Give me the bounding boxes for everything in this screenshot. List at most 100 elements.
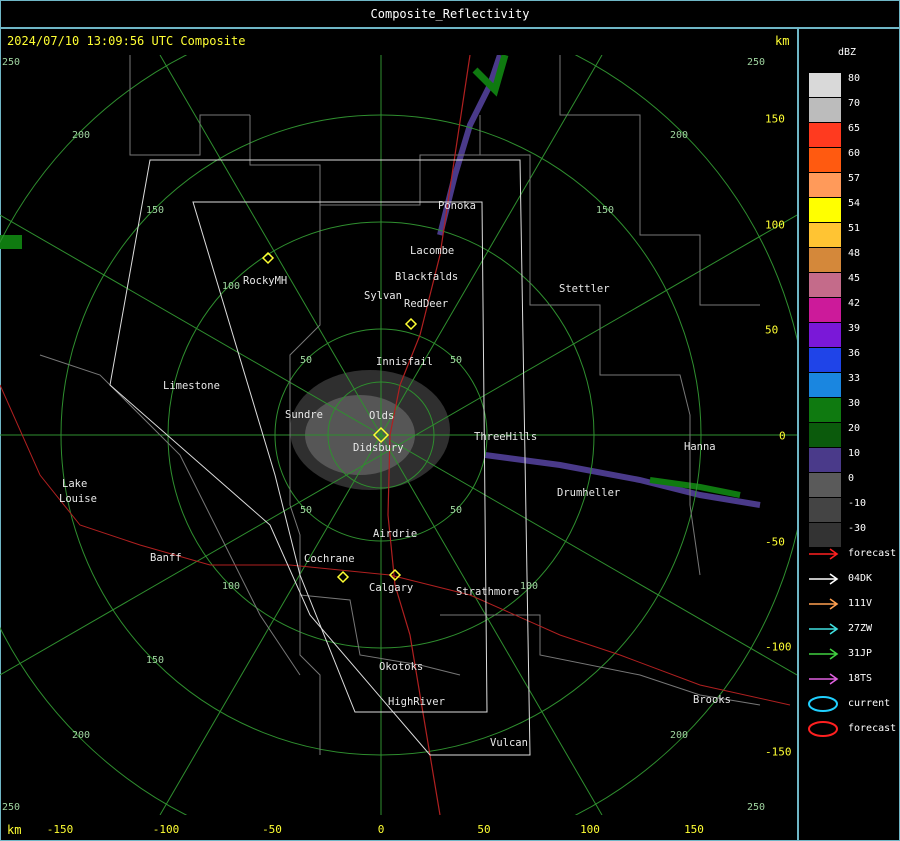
town-lacombe: Lacombe (410, 245, 455, 257)
arrow-icon (809, 623, 839, 635)
town-rockymh: RockyMH (243, 275, 288, 287)
y-tick: -100 (765, 640, 792, 654)
svg-text:150: 150 (596, 205, 614, 216)
track-label: current (848, 698, 891, 709)
x-tick: 0 (377, 823, 385, 836)
dbz-label: -10 (848, 498, 867, 509)
town-cochrane: Cochrane (304, 553, 355, 565)
y-tick: 100 (765, 218, 785, 232)
town-airdrie: Airdrie (373, 528, 418, 540)
dbz-swatch (809, 98, 841, 122)
town-louise: Louise (59, 493, 97, 505)
echo-band-north-green (472, 55, 509, 97)
town-strathmore: Strathmore (456, 586, 520, 598)
svg-text:200: 200 (72, 730, 90, 741)
town-vulcan: Vulcan (490, 737, 528, 749)
dbz-swatch (809, 123, 841, 147)
y-tick: 0 (779, 429, 786, 443)
svg-text:50: 50 (450, 355, 462, 366)
window-title: Composite_Reflectivity (370, 7, 530, 21)
x-tick: 150 (684, 823, 704, 836)
arrow-icon (809, 573, 839, 585)
town-limestone: Limestone (163, 380, 220, 392)
y-tick: -50 (765, 535, 785, 549)
track-label: 111V (848, 598, 873, 609)
dbz-label: 39 (848, 323, 861, 334)
y-tick: -150 (765, 745, 792, 759)
town-drumheller: Drumheller (557, 487, 621, 499)
dbz-label: 54 (848, 198, 861, 209)
town-sundre: Sundre (285, 409, 323, 421)
x-tick: -100 (152, 823, 180, 836)
x-tick: -150 (46, 823, 74, 836)
svg-text:250: 250 (747, 802, 765, 813)
y-tick: 50 (765, 323, 779, 337)
dbz-label: 20 (848, 423, 861, 434)
svg-text:100: 100 (222, 281, 240, 292)
dbz-swatch (809, 448, 841, 472)
dbz-swatch (809, 398, 841, 422)
km-unit-bottom: km (7, 823, 22, 837)
dbz-label: 0 (848, 473, 855, 484)
dbz-label: 33 (848, 373, 861, 384)
track-label: 04DK (848, 573, 873, 584)
dbz-swatch (809, 498, 841, 522)
x-tick: 50 (477, 823, 491, 836)
dbz-label: 42 (848, 298, 861, 309)
town-reddeer: RedDeer (404, 298, 449, 310)
dbz-label: 45 (848, 273, 861, 284)
dbz-label: 80 (848, 73, 861, 84)
dbz-swatch (809, 173, 841, 197)
dbz-label: 57 (848, 173, 861, 184)
track-label: 27ZW (848, 623, 873, 634)
town-highriver: HighRiver (388, 696, 445, 708)
arrow-icon (809, 673, 839, 685)
dbz-swatch (809, 323, 841, 347)
svg-text:150: 150 (146, 655, 164, 666)
arrow-icon (809, 548, 839, 560)
x-tick: 100 (580, 823, 600, 836)
dbz-label: 51 (848, 223, 861, 234)
dbz-swatch (809, 523, 841, 547)
svg-text:150: 150 (146, 205, 164, 216)
dbz-swatch (809, 248, 841, 272)
dbz-swatch (809, 298, 841, 322)
town-didsbury: Didsbury (353, 442, 404, 454)
dbz-swatch (809, 423, 841, 447)
x-tick: -50 (262, 823, 282, 836)
echo-band-east (484, 452, 761, 508)
svg-text:50: 50 (450, 505, 462, 516)
dbz-label: 48 (848, 248, 861, 259)
dbz-label: 65 (848, 123, 861, 134)
y-tick: 150 (765, 112, 785, 126)
town-brooks: Brooks (693, 694, 731, 706)
town-ponoka: Ponoka (438, 200, 476, 212)
svg-text:200: 200 (72, 130, 90, 141)
dbz-label: 30 (848, 398, 861, 409)
svg-text:50: 50 (300, 355, 312, 366)
svg-text:250: 250 (2, 802, 20, 813)
arrow-icon (809, 648, 839, 660)
dbz-swatch (809, 148, 841, 172)
arrow-icon (809, 598, 839, 610)
dbz-swatch (809, 198, 841, 222)
town-hanna: Hanna (684, 441, 716, 453)
town-threehills: ThreeHills (474, 431, 538, 443)
dbz-swatch (809, 73, 841, 97)
timestamp-header: 2024/07/10 13:09:56 UTC Composite (7, 34, 246, 48)
dbz-swatch (809, 473, 841, 497)
town-lake: Lake (62, 478, 88, 490)
svg-text:200: 200 (670, 730, 688, 741)
svg-text:250: 250 (2, 57, 20, 68)
track-label: forecast (848, 723, 897, 734)
dbz-label: -30 (848, 523, 867, 534)
town-banff: Banff (150, 552, 182, 564)
dbz-label: 70 (848, 98, 861, 109)
svg-text:100: 100 (520, 581, 538, 592)
echo-west (0, 235, 22, 249)
title-bar: Composite_Reflectivity (0, 0, 900, 29)
dbz-label: 10 (848, 448, 861, 459)
km-unit-top: km (775, 34, 790, 48)
dbz-swatch (809, 223, 841, 247)
ellipse-icon (808, 696, 838, 712)
